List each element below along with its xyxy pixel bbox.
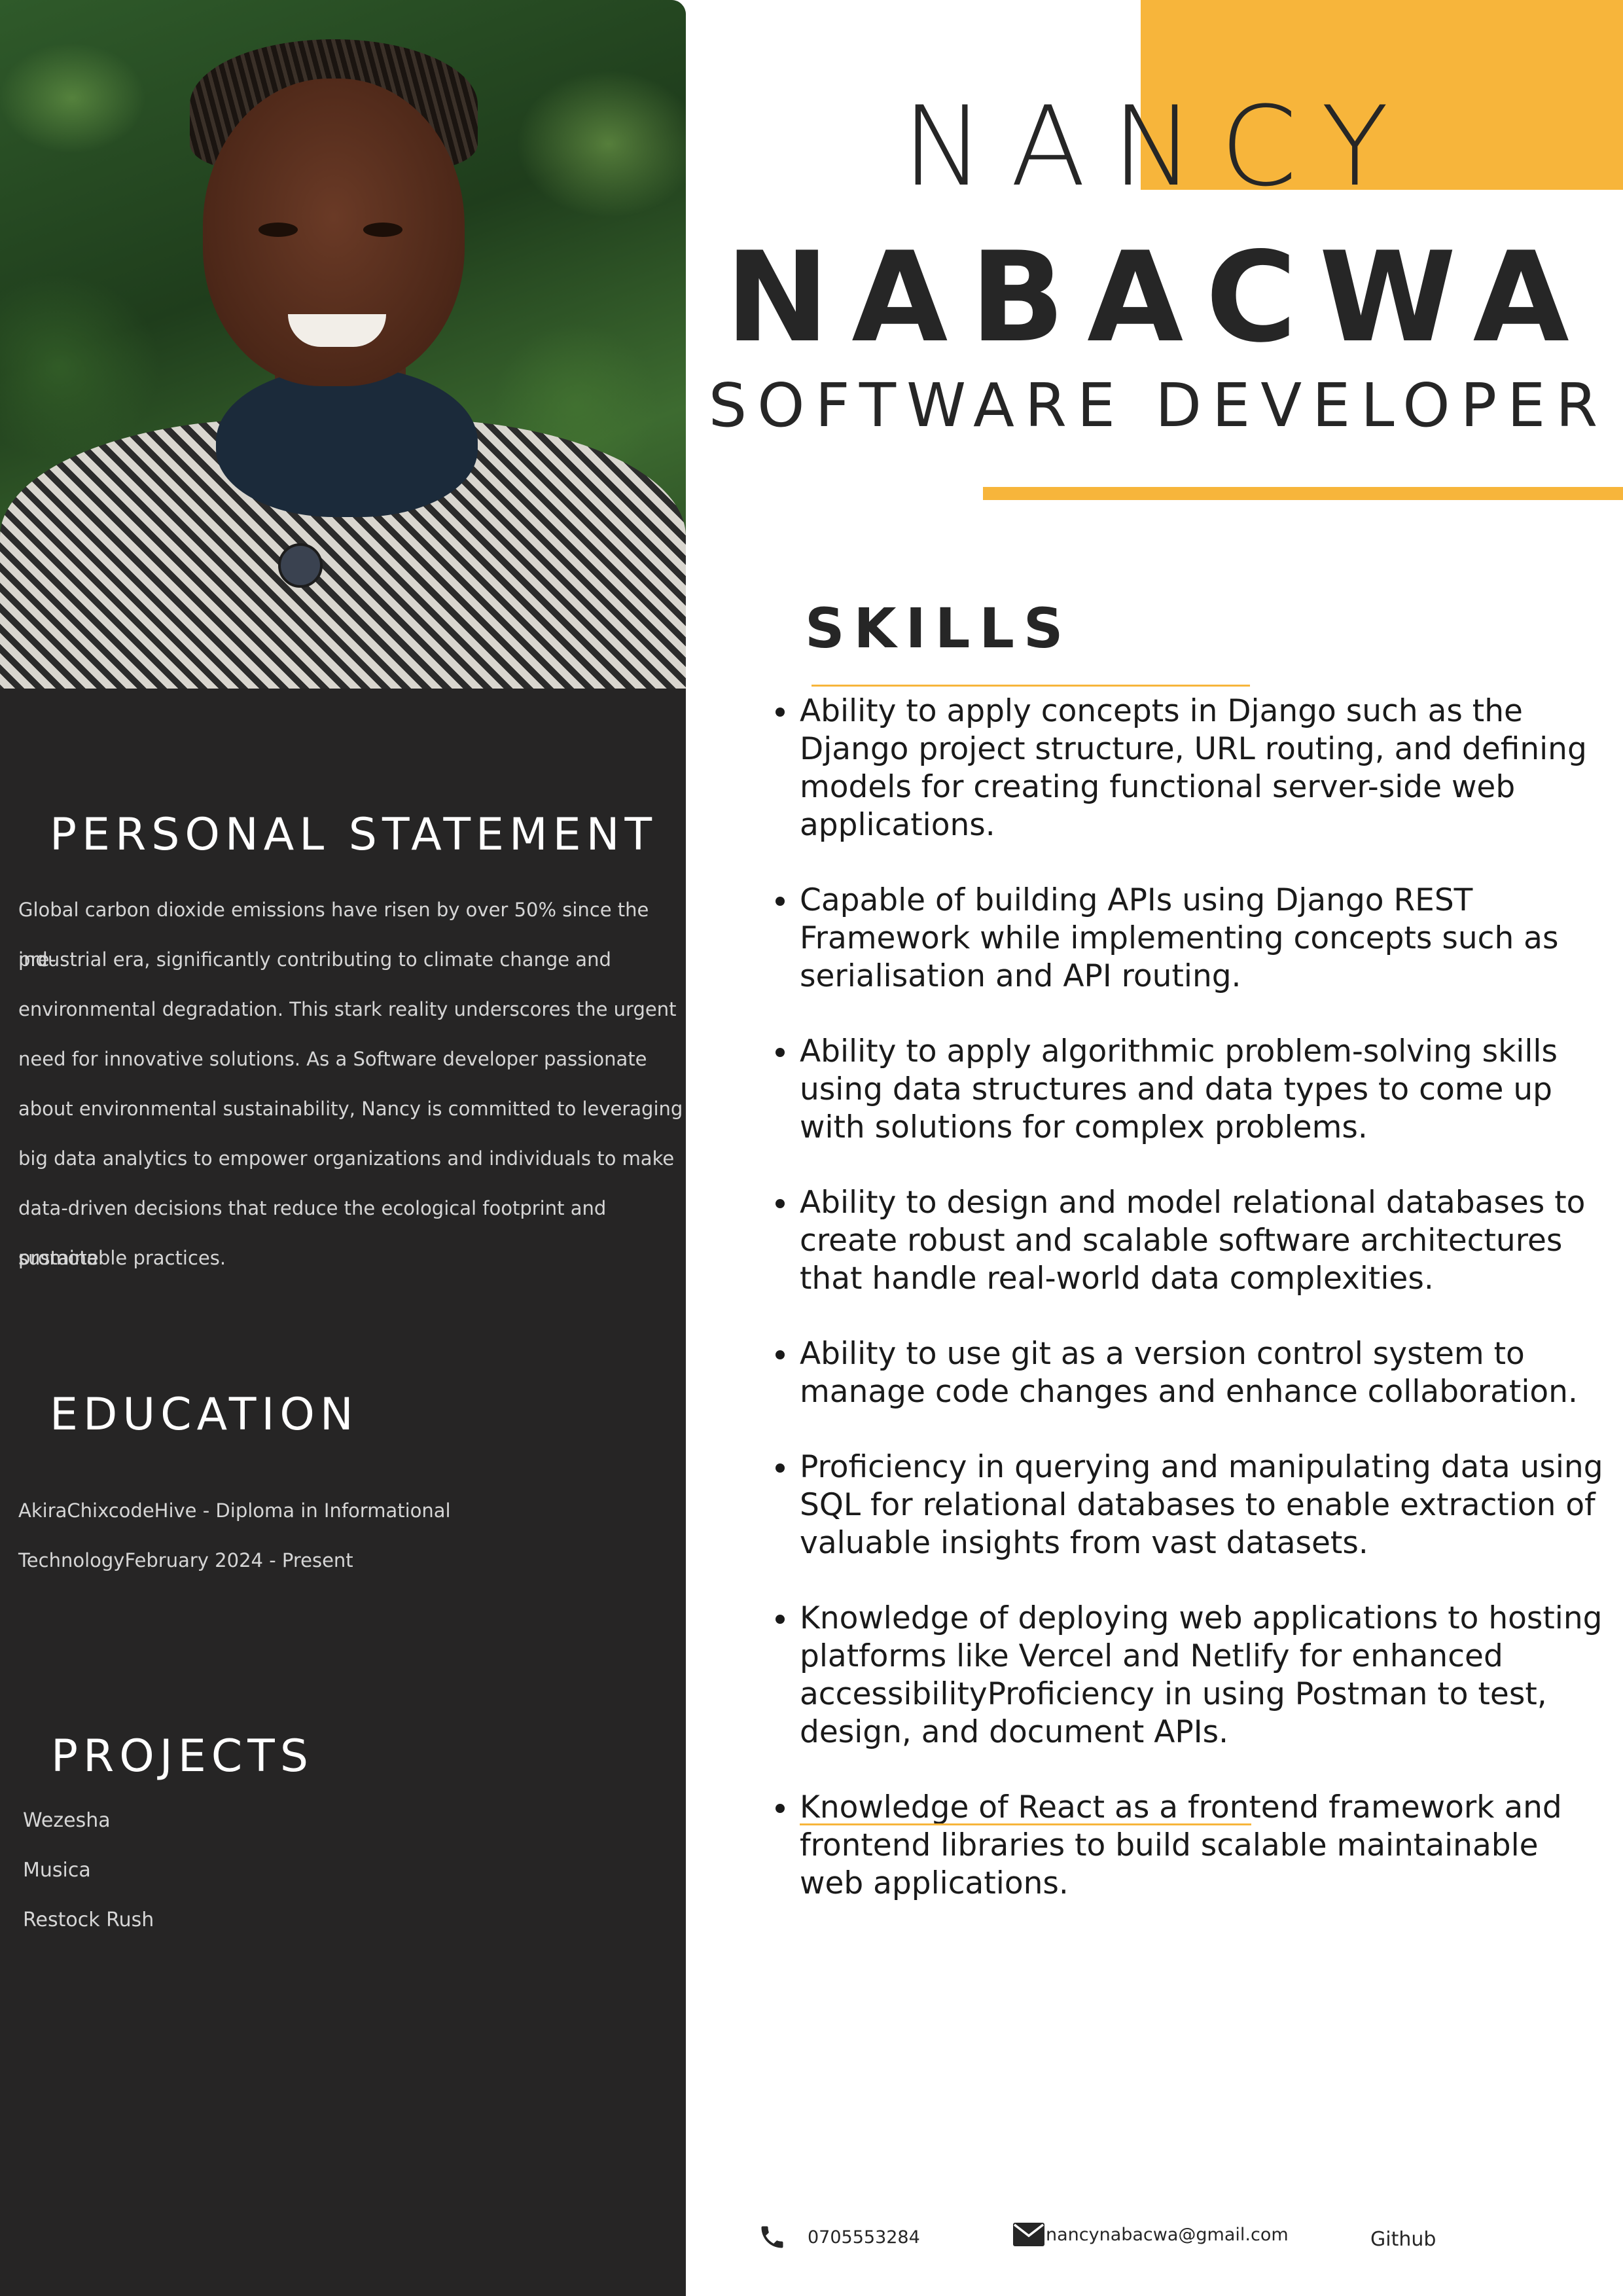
project-item-restock-rush: Restock Rush bbox=[23, 1909, 154, 1931]
education-line: AkiraChixcodeHive - Diploma in Informati… bbox=[18, 1499, 451, 1522]
skills-heading: SKILLS bbox=[805, 596, 1073, 660]
skill-item: Proficiency in querying and manipulating… bbox=[798, 1448, 1610, 1562]
personal-statement-heading: PERSONAL STATEMENT bbox=[50, 809, 657, 861]
education-line: TechnologyFebruary 2024 - Present bbox=[18, 1549, 353, 1571]
project-item-musica: Musica bbox=[23, 1859, 91, 1882]
contact-github[interactable]: Github bbox=[1370, 2228, 1436, 2251]
phone-icon bbox=[758, 2223, 787, 2251]
skills-list: Ability to apply concepts in Django such… bbox=[772, 692, 1610, 1940]
education-heading: EDUCATION bbox=[50, 1389, 359, 1441]
contact-phone[interactable]: 0705553284 bbox=[758, 2223, 920, 2251]
statement-line: environmental degradation. This stark re… bbox=[18, 998, 677, 1020]
statement-line: need for innovative solutions. As a Soft… bbox=[18, 1048, 647, 1070]
skill-highlight-underline bbox=[800, 1823, 1251, 1825]
skill-item: Knowledge of deploying web applications … bbox=[798, 1600, 1610, 1751]
email-address: nancynabacwa@gmail.com bbox=[1046, 2224, 1289, 2245]
skill-item: Ability to design and model relational d… bbox=[798, 1184, 1610, 1298]
projects-heading: PROJECTS bbox=[51, 1731, 313, 1782]
skill-item: Ability to use git as a version control … bbox=[798, 1335, 1610, 1411]
sidebar: PERSONAL STATEMENT Global carbon dioxide… bbox=[0, 0, 686, 2296]
skill-item: Capable of building APIs using Django RE… bbox=[798, 882, 1610, 996]
statement-line: big data analytics to empower organizati… bbox=[18, 1147, 675, 1170]
skill-item: Ability to apply algorithmic problem-sol… bbox=[798, 1033, 1610, 1147]
job-title: SOFTWARE DEVELOPER bbox=[708, 370, 1609, 440]
skill-item: Knowledge of React as a frontend framewo… bbox=[798, 1789, 1610, 1903]
github-link[interactable]: Github bbox=[1370, 2228, 1436, 2251]
envelope-icon bbox=[1013, 2223, 1044, 2246]
profile-photo bbox=[0, 0, 686, 689]
project-item-wezesha: Wezesha bbox=[23, 1809, 111, 1832]
skills-underline bbox=[812, 685, 1250, 687]
statement-line: sustainable practices. bbox=[18, 1247, 226, 1269]
phone-number: 0705553284 bbox=[808, 2227, 920, 2248]
skill-item: Ability to apply concepts in Django such… bbox=[798, 692, 1610, 844]
statement-line: about environmental sustainability, Nanc… bbox=[18, 1098, 683, 1120]
last-name: NABACWA bbox=[725, 225, 1592, 370]
accent-bar bbox=[983, 487, 1623, 500]
contact-email[interactable]: nancynabacwa@gmail.com bbox=[1013, 2223, 1289, 2246]
first-name: NANCY bbox=[902, 82, 1415, 211]
statement-line: industrial era, significantly contributi… bbox=[18, 948, 611, 971]
